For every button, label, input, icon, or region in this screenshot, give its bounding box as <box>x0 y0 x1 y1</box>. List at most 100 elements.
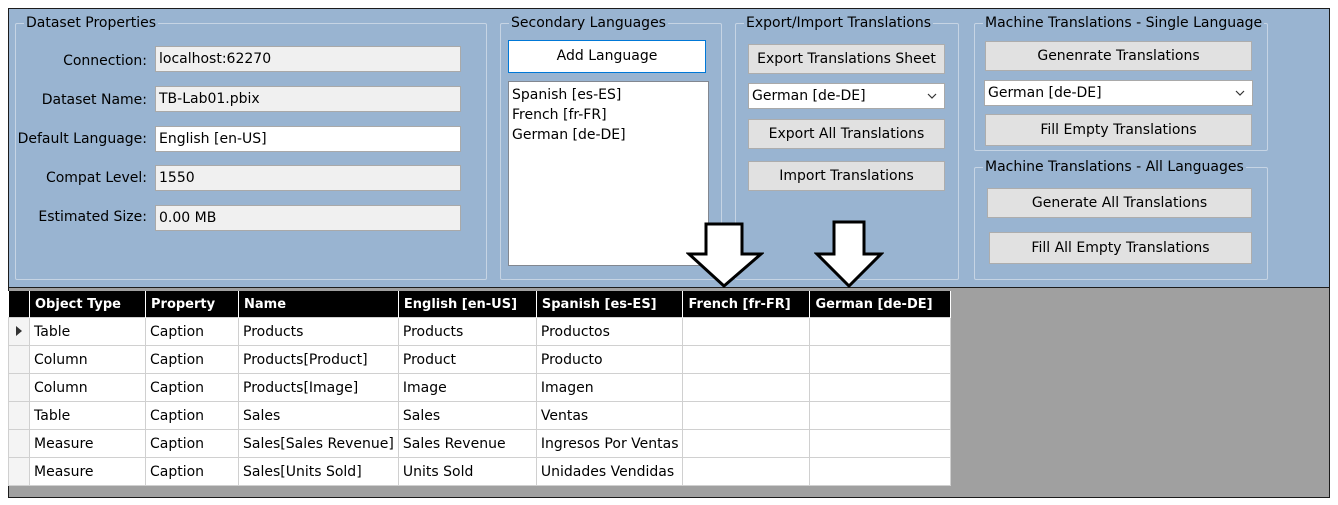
export-language-select[interactable]: German [de-DE] <box>748 83 945 109</box>
machine-single-group: Machine Translations - Single Language G… <box>974 14 1268 151</box>
grid-cell[interactable]: Caption <box>145 429 239 458</box>
machine-all-group: Machine Translations - All Languages Gen… <box>974 158 1268 280</box>
export-language-select-value: German [de-DE] <box>752 88 866 104</box>
row-selector[interactable] <box>8 401 30 430</box>
table-row[interactable]: Column Caption Products[Product] Product… <box>8 345 952 374</box>
fill-empty-translations-button[interactable]: Fill Empty Translations <box>985 114 1252 146</box>
grid-cell[interactable]: Producto <box>535 345 684 374</box>
dataset-name-field[interactable]: TB-Lab01.pbix <box>155 86 461 112</box>
row-selector[interactable] <box>8 457 30 486</box>
grid-cell[interactable]: Image <box>397 373 537 402</box>
column-header[interactable]: German [de-DE] <box>809 291 952 318</box>
column-header[interactable]: Spanish [es-ES] <box>536 291 684 318</box>
grid-cell[interactable]: Sales <box>238 401 399 430</box>
column-header[interactable]: Object Type <box>29 291 146 318</box>
secondary-languages-list[interactable]: Spanish [es-ES] French [fr-FR] German [d… <box>508 81 709 266</box>
down-arrow-icon <box>814 220 884 288</box>
connection-label: Connection: <box>63 53 147 69</box>
default-language-field[interactable]: English [en-US] <box>155 126 461 152</box>
grid-header-row: Object Type Property Name English [en-US… <box>8 291 952 318</box>
list-item[interactable]: Spanish [es-ES] <box>512 85 705 105</box>
generate-translations-button[interactable]: Genenrate Translations <box>985 41 1252 71</box>
grid-cell[interactable]: Caption <box>145 401 239 430</box>
grid-cell[interactable]: Products <box>397 317 537 346</box>
table-row[interactable]: Table Caption Sales Sales Ventas <box>8 401 952 430</box>
grid-cell[interactable] <box>809 401 952 430</box>
grid-cell[interactable]: Productos <box>535 317 684 346</box>
grid-cell[interactable] <box>682 401 811 430</box>
grid-cell[interactable] <box>809 457 952 486</box>
row-selector[interactable] <box>8 429 30 458</box>
chevron-down-icon <box>927 93 937 99</box>
grid-cell[interactable]: Sales[Sales Revenue] <box>238 429 399 458</box>
estimated-size-field[interactable]: 0.00 MB <box>155 205 461 231</box>
table-row[interactable]: Measure Caption Sales[Units Sold] Units … <box>8 457 952 486</box>
chevron-down-icon <box>1235 90 1245 96</box>
column-header[interactable]: Name <box>238 291 399 318</box>
list-item[interactable]: German [de-DE] <box>512 125 705 145</box>
list-item[interactable]: French [fr-FR] <box>512 105 705 125</box>
dataset-name-label: Dataset Name: <box>41 92 147 108</box>
grid-cell[interactable] <box>682 373 811 402</box>
table-row[interactable]: Table Caption Products Products Producto… <box>8 317 952 346</box>
table-row[interactable]: Measure Caption Sales[Sales Revenue] Sal… <box>8 429 952 458</box>
grid-cell[interactable] <box>682 345 811 374</box>
table-row[interactable]: Column Caption Products[Image] Image Ima… <box>8 373 952 402</box>
grid-cell[interactable]: Caption <box>145 345 239 374</box>
grid-cell[interactable]: Unidades Vendidas <box>535 457 684 486</box>
grid-cell[interactable]: Sales Revenue <box>397 429 537 458</box>
grid-cell[interactable]: Sales[Units Sold] <box>238 457 399 486</box>
grid-cell[interactable]: Sales <box>397 401 537 430</box>
current-row-arrow-icon <box>16 325 22 336</box>
estimated-size-label: Estimated Size: <box>38 209 147 225</box>
row-selector[interactable] <box>8 373 30 402</box>
grid-cell[interactable]: Ventas <box>535 401 684 430</box>
grid-cell[interactable] <box>682 429 811 458</box>
translations-grid[interactable]: Object Type Property Name English [en-US… <box>8 291 952 486</box>
grid-cell[interactable]: Imagen <box>535 373 684 402</box>
grid-cell[interactable] <box>809 317 952 346</box>
generate-all-translations-button[interactable]: Generate All Translations <box>987 188 1252 218</box>
grid-cell[interactable]: Products[Image] <box>238 373 399 402</box>
grid-cell[interactable]: Caption <box>145 457 239 486</box>
machine-language-select-value: German [de-DE] <box>988 85 1102 101</box>
export-translations-sheet-button[interactable]: Export Translations Sheet <box>748 44 945 74</box>
grid-cell[interactable] <box>682 457 811 486</box>
properties-panel: Dataset Properties Connection: localhost… <box>8 8 1330 288</box>
grid-cell[interactable]: Table <box>29 401 146 430</box>
machine-language-select[interactable]: German [de-DE] <box>984 80 1253 106</box>
grid-cell[interactable] <box>682 317 811 346</box>
secondary-languages-title: Secondary Languages <box>509 14 668 32</box>
grid-cell[interactable]: Ingresos Por Ventas <box>535 429 684 458</box>
compat-level-field[interactable]: 1550 <box>155 165 461 191</box>
grid-cell[interactable]: Product <box>397 345 537 374</box>
machine-single-title: Machine Translations - Single Language <box>983 14 1265 32</box>
row-selector[interactable] <box>8 345 30 374</box>
default-language-label: Default Language: <box>17 131 147 147</box>
grid-cell[interactable]: Products[Product] <box>238 345 399 374</box>
grid-cell[interactable] <box>809 429 952 458</box>
fill-all-empty-translations-button[interactable]: Fill All Empty Translations <box>989 232 1252 264</box>
grid-cell[interactable]: Table <box>29 317 146 346</box>
grid-cell[interactable]: Products <box>238 317 399 346</box>
import-translations-button[interactable]: Import Translations <box>748 161 945 191</box>
column-header[interactable]: Property <box>145 291 239 318</box>
dataset-properties-title: Dataset Properties <box>24 14 159 32</box>
add-language-button[interactable]: Add Language <box>508 40 706 73</box>
column-header[interactable]: French [fr-FR] <box>682 291 811 318</box>
row-selector[interactable] <box>8 317 30 346</box>
down-arrow-icon <box>686 222 764 288</box>
export-all-translations-button[interactable]: Export All Translations <box>748 119 945 149</box>
column-header[interactable]: English [en-US] <box>398 291 537 318</box>
grid-cell[interactable]: Measure <box>29 429 146 458</box>
grid-cell[interactable]: Column <box>29 345 146 374</box>
grid-cell[interactable]: Caption <box>145 317 239 346</box>
grid-cell[interactable]: Column <box>29 373 146 402</box>
compat-level-label: Compat Level: <box>45 170 147 186</box>
grid-cell[interactable]: Units Sold <box>397 457 537 486</box>
grid-cell[interactable]: Caption <box>145 373 239 402</box>
grid-cell[interactable] <box>809 345 952 374</box>
grid-cell[interactable]: Measure <box>29 457 146 486</box>
grid-cell[interactable] <box>809 373 952 402</box>
connection-field[interactable]: localhost:62270 <box>155 46 461 72</box>
